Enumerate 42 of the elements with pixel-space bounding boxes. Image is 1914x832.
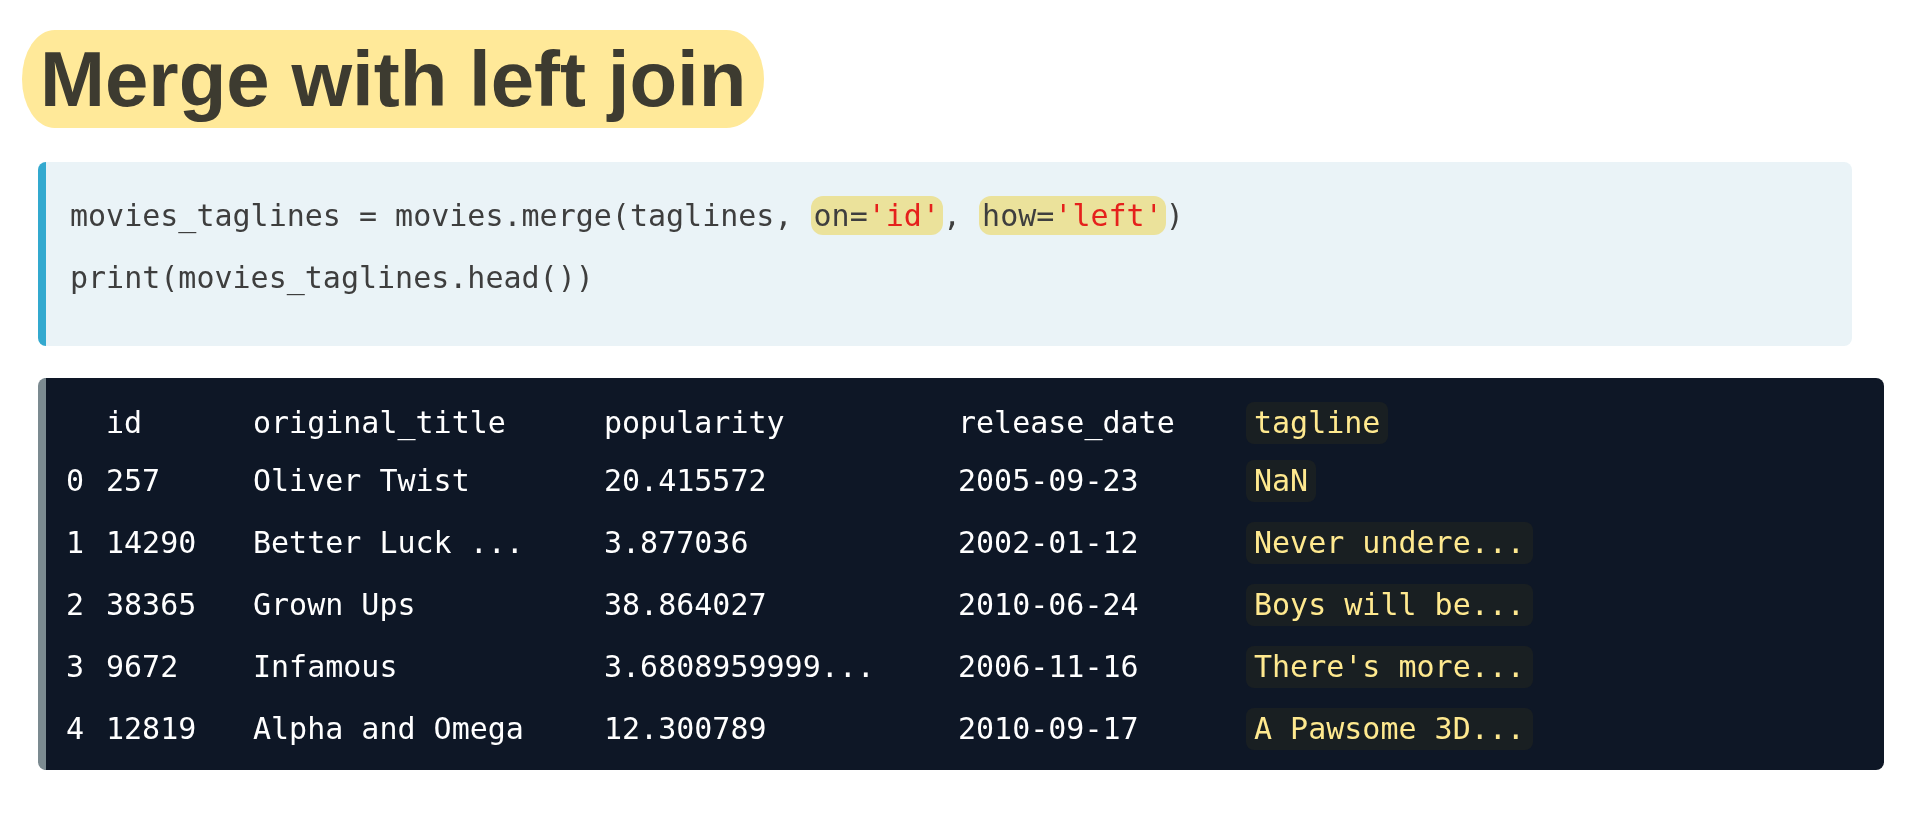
- row-index: 3: [66, 648, 86, 686]
- column-header: release_date: [958, 404, 1176, 443]
- table-cell-text: 2006-11-16: [958, 648, 1140, 686]
- code-text: ): [1165, 197, 1184, 233]
- table-cell-text: 2010-09-17: [958, 710, 1140, 748]
- highlighted-argument: on='id': [810, 195, 943, 235]
- table-cell-text: 20.415572: [604, 462, 768, 500]
- code-text: ,: [942, 197, 963, 233]
- row-index: 2: [66, 586, 86, 624]
- table-cell-text: 9672: [106, 648, 180, 686]
- table-cell-text: 2005-09-23: [958, 462, 1140, 500]
- table-cell-text: 38.864027: [604, 586, 768, 624]
- table-cell: A Pawsome 3D...: [1246, 708, 1533, 750]
- row-index: 1: [66, 524, 86, 562]
- table-cell-text: Grown Ups: [253, 586, 417, 624]
- table-cell-text: Better Luck ...: [253, 524, 525, 562]
- table-cell: Boys will be...: [1246, 584, 1533, 626]
- column-header: id: [106, 404, 144, 442]
- table-cell: There's more...: [1246, 646, 1533, 688]
- table-cell: NaN: [1246, 460, 1317, 502]
- table-cell-text: 12819: [106, 710, 198, 748]
- table-cell-text: 12.300789: [604, 710, 768, 748]
- table-cell-text: 14290: [106, 524, 198, 562]
- table-cell-text: 257: [106, 462, 162, 500]
- table-cell-text: 2010-06-24: [958, 586, 1140, 624]
- highlighted-argument: how='left': [979, 195, 1166, 235]
- code-text: print(movies_taglines.head()): [70, 259, 594, 295]
- slide-title: Merge with left join: [22, 30, 765, 128]
- column-header: original_title: [253, 404, 507, 443]
- code-text: movies_taglines = movies.merge(taglines,: [70, 197, 794, 233]
- table-cell-text: 3.877036: [604, 524, 750, 562]
- row-index: 4: [66, 710, 86, 748]
- table-cell: Never undere...: [1246, 522, 1533, 564]
- table-cell-text: Oliver Twist: [253, 462, 471, 500]
- table-cell-text: Alpha and Omega: [253, 710, 525, 748]
- table-cell-text: 2002-01-12: [958, 524, 1140, 562]
- row-index: 0: [66, 462, 86, 500]
- table-cell-text: Infamous: [253, 648, 399, 686]
- column-header: tagline: [1246, 402, 1389, 444]
- column-header: popularity: [604, 404, 786, 442]
- table-cell-text: 38365: [106, 586, 198, 624]
- table-cell-text: 3.6808959999...: [604, 648, 876, 686]
